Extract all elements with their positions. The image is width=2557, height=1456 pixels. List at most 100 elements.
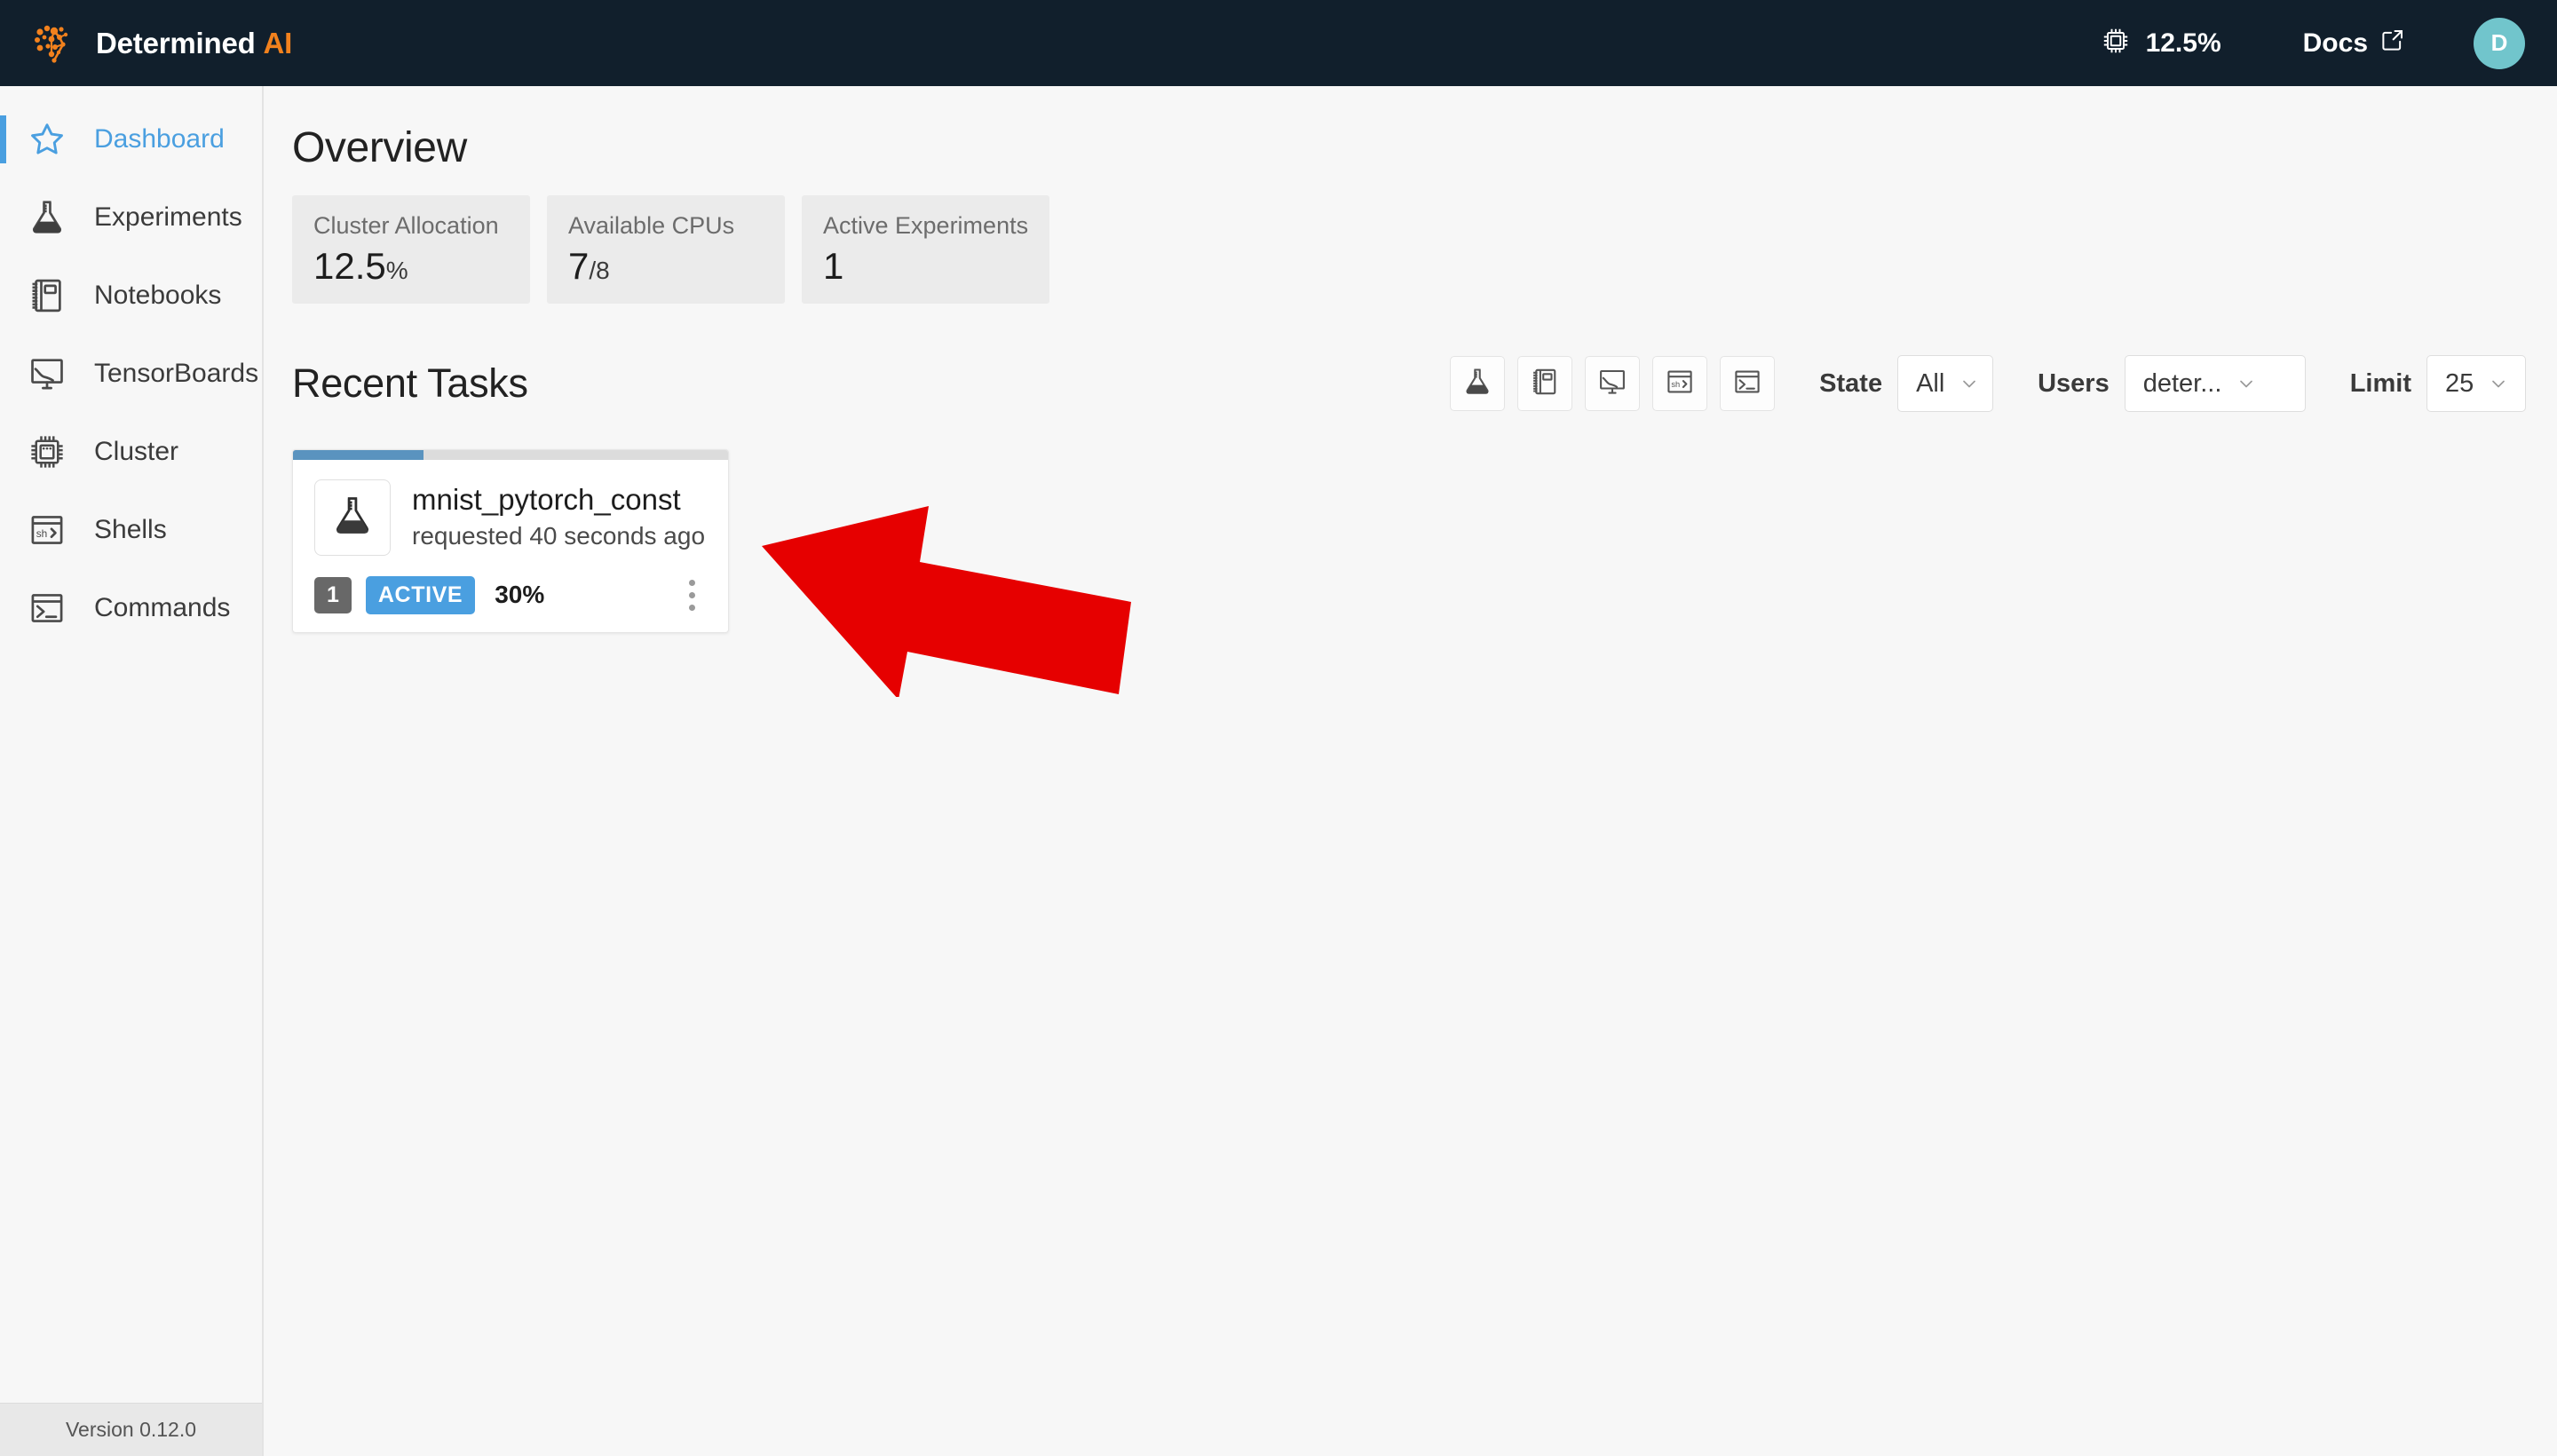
users-filter-label: Users [2038,368,2110,398]
external-link-icon [2379,27,2406,60]
stat-value: 12.5% [313,248,509,285]
stat-value: 1 [823,248,1028,285]
users-filter-select[interactable]: deter... [2124,355,2306,412]
filter-button-tensorboards[interactable] [1585,356,1641,411]
limit-filter-label: Limit [2349,368,2411,398]
stat-card-cluster-allocation: Cluster Allocation 12.5% [292,195,530,304]
brand-accent: AI [263,26,293,59]
sidebar-item-label: Dashboard [94,124,225,154]
cpu-chip-icon [2100,25,2132,61]
terminal-icon [1731,366,1763,402]
stat-number: 12.5 [313,245,386,287]
stat-label: Active Experiments [823,212,1029,239]
task-card-top: mnist_pytorch_const requested 40 seconds… [314,479,707,556]
task-card-body: mnist_pytorch_const requested 40 seconds… [293,460,728,632]
filter-button-commands[interactable] [1720,356,1776,411]
task-count-badge: 1 [314,576,352,613]
recent-tasks-controls: sh State All Users deter... Limit 25 [1450,355,2526,412]
state-filter-label: State [1819,368,1883,398]
stat-number: 1 [823,245,844,287]
flask-icon [329,493,376,543]
task-requested-time: requested 40 seconds ago [412,521,706,550]
cluster-usage-indicator[interactable]: 12.5% [2100,25,2221,61]
overview-stats-row: Cluster Allocation 12.5% Available CPUs … [292,195,2557,304]
chevron-down-icon [1959,373,1980,394]
chart-board-icon [1596,366,1628,402]
avatar-initial: D [2490,29,2508,56]
svg-text:sh: sh [36,527,48,540]
state-filter-value: All [1916,368,1945,398]
version-label: Version 0.12.0 [65,1418,197,1441]
task-progress-label: 30% [495,581,545,608]
section-title-recent-tasks: Recent Tasks [292,360,528,406]
shell-sh-icon: sh [1664,366,1696,402]
shell-sh-icon: sh [23,506,71,554]
star-icon [23,115,71,163]
stat-label: Available CPUs [568,212,735,239]
task-card[interactable]: mnist_pytorch_const requested 40 seconds… [292,449,729,633]
svg-text:sh: sh [1672,380,1681,389]
filter-button-experiments[interactable] [1450,356,1506,411]
sidebar-item-label: Cluster [94,437,179,466]
stat-value: 7/8 [568,248,764,285]
sidebar-item-dashboard[interactable]: Dashboard [0,100,262,178]
stat-label: Cluster Allocation [313,212,499,239]
top-navigation-bar: Determined AI 12.5% Docs D [0,0,2557,86]
chart-board-icon [23,350,71,398]
brand-title: Determined AI [96,27,292,60]
chevron-down-icon [2488,373,2509,394]
sidebar-item-label: TensorBoards [94,359,259,388]
sidebar-navigation: Dashboard Experiments Notebooks TensorBo… [0,86,264,1456]
top-nav-actions: 12.5% Docs D [2100,17,2525,69]
task-name: mnist_pytorch_const [412,483,681,516]
state-filter-select[interactable]: All [1897,355,1994,412]
filter-button-notebooks[interactable] [1517,356,1573,411]
notebook-icon [1529,366,1561,402]
recent-tasks-header: Recent Tasks sh State All Users deter...… [292,355,2557,412]
sidebar-item-tensorboards[interactable]: TensorBoards [0,335,262,413]
chevron-down-icon [2236,373,2257,394]
sidebar-item-commands[interactable]: Commands [0,569,262,647]
task-card-footer: 1 ACTIVE 30% [314,575,707,614]
state-filter-group: State All [1819,355,1994,412]
page-title: Overview [292,124,467,171]
filter-button-shells[interactable]: sh [1652,356,1708,411]
flask-icon [23,194,71,241]
recent-tasks-grid: mnist_pytorch_const requested 40 seconds… [292,449,2557,633]
sidebar-item-label: Notebooks [94,281,222,310]
stat-card-active-experiments: Active Experiments 1 [802,195,1050,304]
brand-name: Determined [96,26,256,59]
stat-number: 7 [568,245,590,287]
terminal-icon [23,584,71,632]
task-state-badge: ACTIVE [365,575,476,614]
cluster-usage-value: 12.5% [2145,28,2221,58]
users-filter-group: Users deter... [2038,355,2306,412]
limit-filter-group: Limit 25 [2350,355,2526,412]
sidebar-item-notebooks[interactable]: Notebooks [0,257,262,335]
stat-suffix: /8 [589,257,610,284]
user-avatar[interactable]: D [2474,17,2525,69]
brain-network-icon [30,20,76,67]
task-type-filter-buttons: sh [1450,356,1776,411]
task-type-icon-box [314,479,391,556]
task-progress-fill [293,450,424,460]
kebab-menu-icon[interactable] [677,575,707,614]
task-card-meta: mnist_pytorch_const requested 40 seconds… [412,479,705,550]
sidebar-item-cluster[interactable]: Cluster [0,413,262,491]
users-filter-value: deter... [2142,368,2222,398]
docs-link[interactable]: Docs [2303,27,2406,60]
sidebar-item-label: Commands [94,593,231,622]
stat-card-available-cpus: Available CPUs 7/8 [547,195,785,304]
stat-suffix: % [385,257,408,284]
sidebar-item-experiments[interactable]: Experiments [0,178,262,257]
docs-label: Docs [2302,28,2368,58]
sidebar-item-shells[interactable]: sh Shells [0,491,262,569]
task-progress-bar [293,450,728,460]
sidebar-item-label: Experiments [94,202,242,232]
cpu-chip-icon [23,428,71,476]
limit-filter-select[interactable]: 25 [2426,355,2526,412]
notebook-icon [23,272,71,320]
flask-icon [1461,366,1493,402]
sidebar-item-label: Shells [94,515,167,544]
brand-logo-link[interactable]: Determined AI [30,20,292,67]
